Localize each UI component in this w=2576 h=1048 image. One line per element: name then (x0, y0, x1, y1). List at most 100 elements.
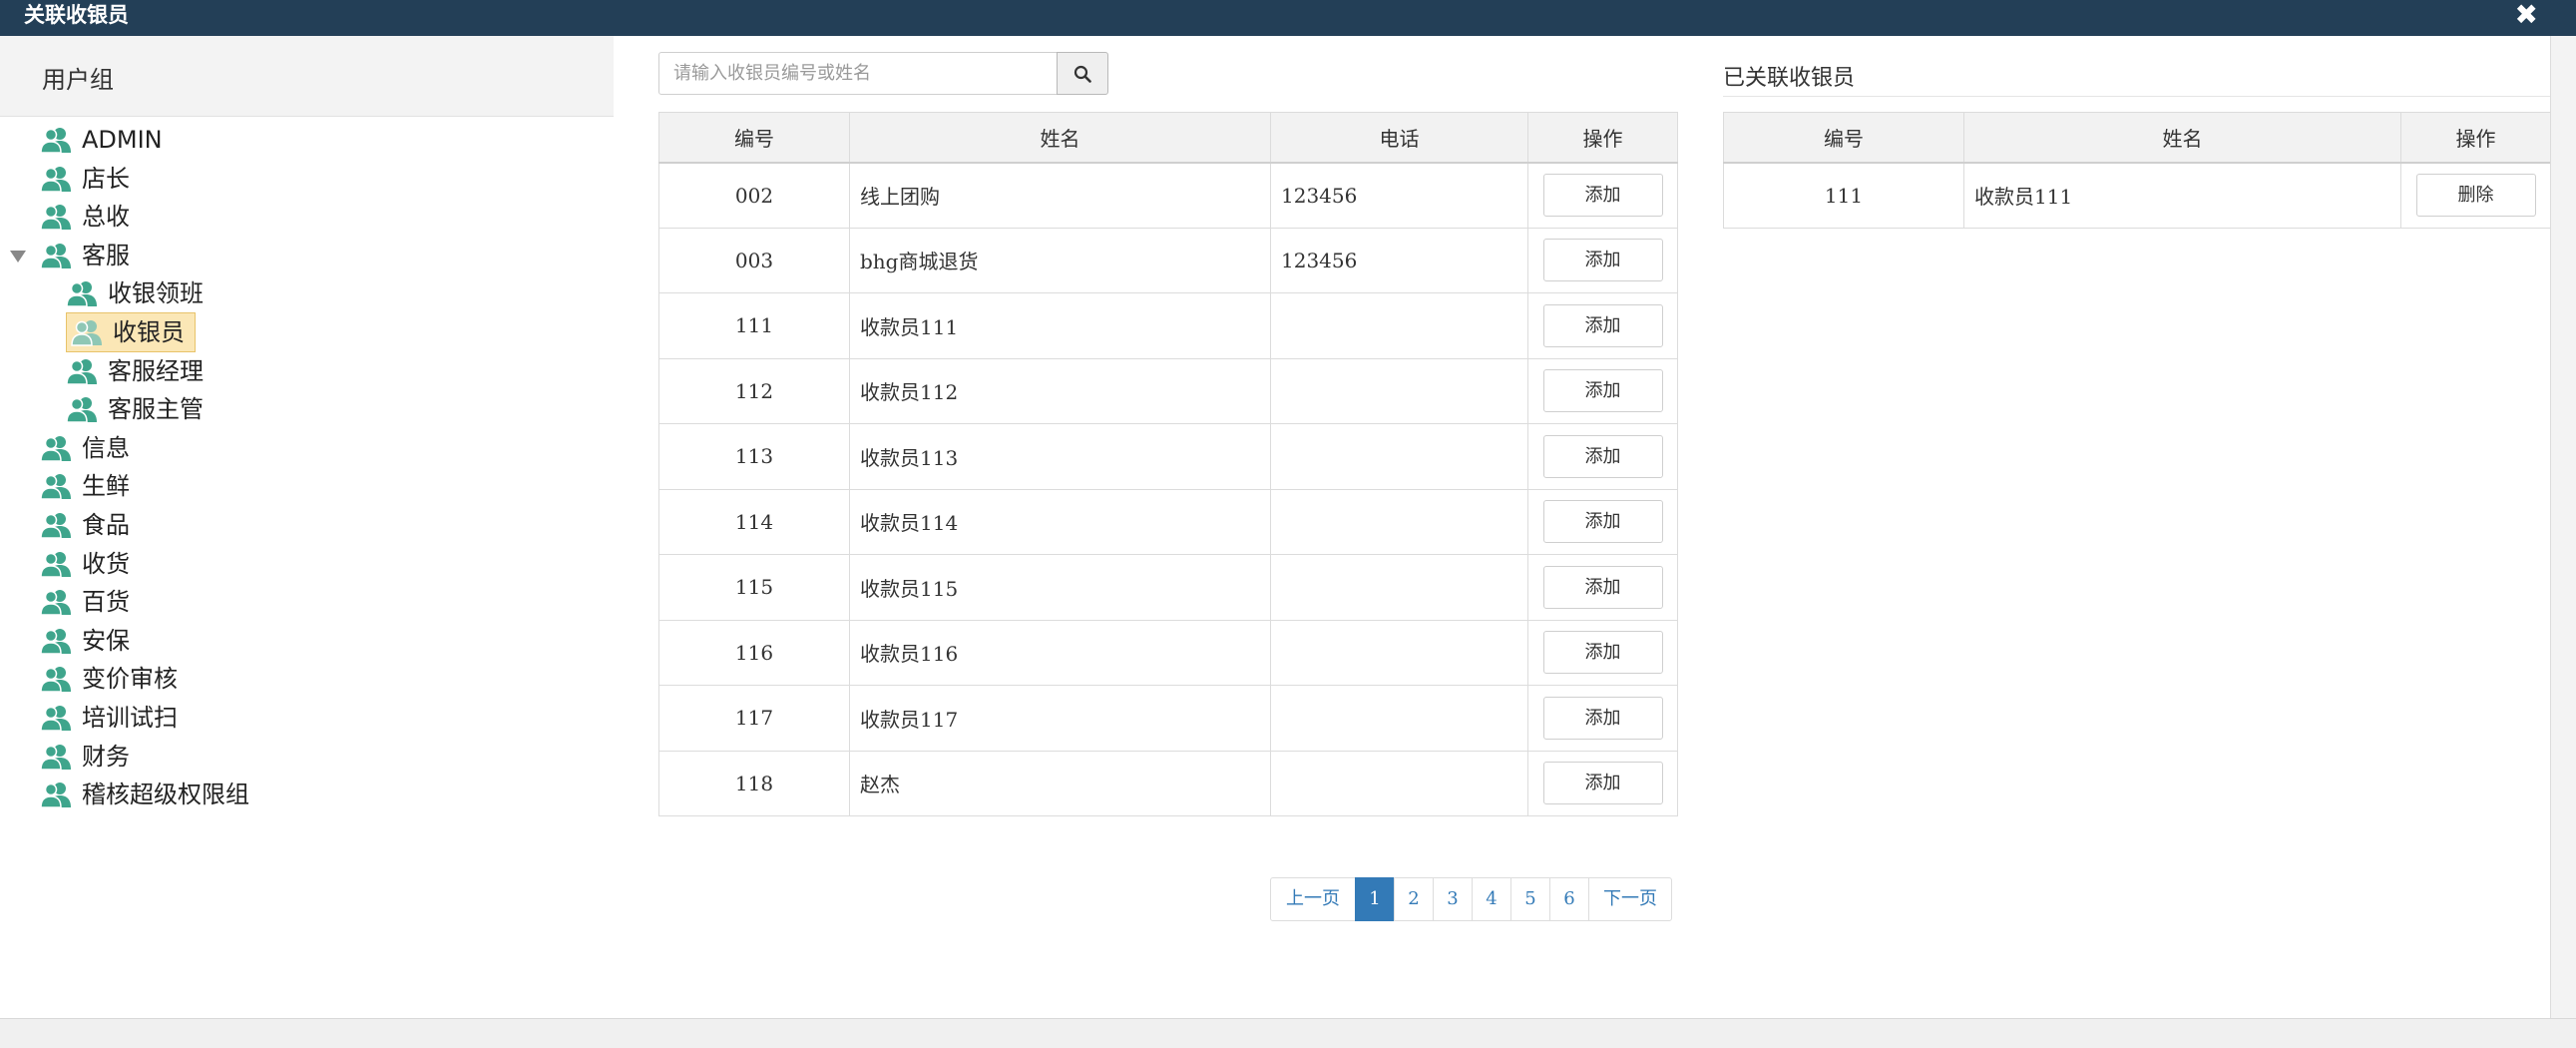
cell-name: bhg商城退货 (849, 227, 1271, 293)
user-group-icon (71, 318, 103, 346)
add-button[interactable]: 添加 (1542, 369, 1663, 413)
tree-item-label: 食品 (82, 511, 130, 539)
page-3-button[interactable]: 3 (1433, 877, 1473, 921)
cell-action: 添加 (1527, 423, 1678, 490)
pagination: 上一页 1 2 3 4 5 6 下一页 (1270, 877, 1672, 921)
tree-item-label: 收银员 (113, 318, 185, 346)
user-group-icon (40, 665, 72, 694)
cell-action: 添加 (1527, 554, 1678, 621)
cell-id: 002 (658, 162, 850, 229)
tree-item[interactable]: 收银员 (66, 312, 196, 352)
page-6-button[interactable]: 6 (1549, 877, 1589, 921)
user-group-icon (66, 395, 98, 423)
add-button[interactable]: 添加 (1542, 174, 1663, 217)
search-input[interactable] (658, 52, 1058, 95)
tree-item-label: 稽核超级权限组 (82, 781, 249, 809)
cell-id: 117 (658, 685, 850, 752)
tree-item[interactable]: 收银领班 (66, 274, 204, 312)
tree-item[interactable]: 变价审核 (40, 660, 178, 698)
cell-action: 添加 (1527, 162, 1678, 229)
cell-action: 添加 (1527, 227, 1678, 293)
user-group-icon (66, 357, 98, 385)
tree-item[interactable]: ADMIN (40, 121, 163, 159)
cell-id: 115 (658, 554, 850, 621)
add-button[interactable]: 添加 (1542, 696, 1663, 740)
next-page-button[interactable]: 下一页 (1588, 877, 1672, 921)
tree-item-label: 变价审核 (82, 665, 178, 694)
tree-item[interactable]: 百货 (40, 583, 130, 621)
cell-phone (1270, 488, 1528, 555)
user-group-header: 用户组 (0, 36, 614, 117)
user-group-icon (40, 203, 72, 231)
add-button[interactable]: 添加 (1542, 565, 1663, 609)
column-header-name[interactable]: 姓名 (1963, 112, 2401, 164)
page-5-button[interactable]: 5 (1510, 877, 1550, 921)
linked-cashiers-title: 已关联收银员 (1723, 66, 1856, 91)
tree-item[interactable]: 店长 (40, 160, 130, 198)
vertical-scrollbar[interactable] (2550, 36, 2576, 1018)
tree-item-label: 信息 (82, 433, 130, 462)
table-row: 116 收款员116 添加 (658, 619, 1678, 686)
cell-phone (1270, 750, 1528, 816)
tree-item[interactable]: 生鲜 (40, 467, 130, 505)
tree-item[interactable]: 财务 (40, 738, 130, 776)
table-row: 113 收款员113 添加 (658, 423, 1678, 490)
tree-item[interactable]: 稽核超级权限组 (40, 776, 249, 813)
cell-action: 添加 (1527, 357, 1678, 424)
table-header-row: 编号 姓名 操作 (1723, 112, 2551, 164)
add-button[interactable]: 添加 (1542, 762, 1663, 805)
cell-name: 收款员111 (849, 292, 1271, 359)
add-button[interactable]: 添加 (1542, 303, 1663, 347)
cell-action: 添加 (1527, 488, 1678, 555)
tree-item-label: ADMIN (82, 126, 163, 154)
tree-item[interactable]: 收货 (40, 545, 130, 583)
column-header-id[interactable]: 编号 (658, 112, 850, 164)
add-button[interactable]: 添加 (1542, 631, 1663, 675)
column-header-name[interactable]: 姓名 (849, 112, 1271, 164)
cell-name: 收款员115 (849, 554, 1271, 621)
user-group-icon (40, 550, 72, 578)
user-group-icon (40, 472, 72, 501)
user-group-panel: 用户组 ADMIN 店长 总收 客服 收银领班收银员客服经理客服主管信息生鲜食品收货百货… (0, 36, 614, 1018)
page-4-button[interactable]: 4 (1472, 877, 1511, 921)
cell-id: 118 (658, 750, 850, 816)
tree-item[interactable]: 信息 (40, 429, 130, 467)
user-group-icon (40, 434, 72, 462)
tree-item[interactable]: 客服经理 (66, 352, 204, 390)
close-icon[interactable]: ✖ (2515, 0, 2538, 30)
column-header-action: 操作 (1527, 112, 1678, 164)
tree-item-label: 客服经理 (108, 356, 204, 385)
cell-id: 113 (658, 423, 850, 490)
search-button[interactable] (1057, 52, 1108, 95)
page-2-button[interactable]: 2 (1394, 877, 1434, 921)
user-group-title: 用户组 (42, 66, 114, 94)
add-button[interactable]: 添加 (1542, 434, 1663, 478)
tree-item[interactable]: 客服主管 (66, 390, 204, 428)
user-group-icon (40, 165, 72, 193)
expand-toggle-icon[interactable] (10, 250, 26, 262)
tree-item[interactable]: 客服 (10, 237, 130, 274)
table-row: 118 赵杰 添加 (658, 750, 1678, 816)
column-header-phone[interactable]: 电话 (1270, 112, 1528, 164)
cell-action: 添加 (1527, 750, 1678, 816)
cell-id: 111 (658, 292, 850, 359)
add-button[interactable]: 添加 (1542, 500, 1663, 544)
title-divider (1723, 96, 2550, 97)
tree-item[interactable]: 安保 (40, 622, 130, 660)
page-1-button[interactable]: 1 (1355, 877, 1395, 921)
cell-action: 添加 (1527, 292, 1678, 359)
user-group-icon (40, 242, 72, 269)
add-button[interactable]: 添加 (1542, 239, 1663, 282)
prev-page-button[interactable]: 上一页 (1270, 877, 1356, 921)
dialog-footer (0, 1018, 2576, 1048)
user-group-icon (40, 126, 72, 154)
tree-item-label: 收货 (82, 549, 130, 578)
tree-item[interactable]: 食品 (40, 506, 130, 544)
column-header-id[interactable]: 编号 (1723, 112, 1964, 164)
tree-item[interactable]: 总收 (40, 198, 130, 236)
cell-phone (1270, 685, 1528, 752)
delete-button[interactable]: 删除 (2415, 174, 2536, 217)
table-header-row: 编号 姓名 电话 操作 (658, 112, 1678, 164)
cell-id: 114 (658, 488, 850, 555)
tree-item[interactable]: 培训试扫 (40, 699, 178, 737)
